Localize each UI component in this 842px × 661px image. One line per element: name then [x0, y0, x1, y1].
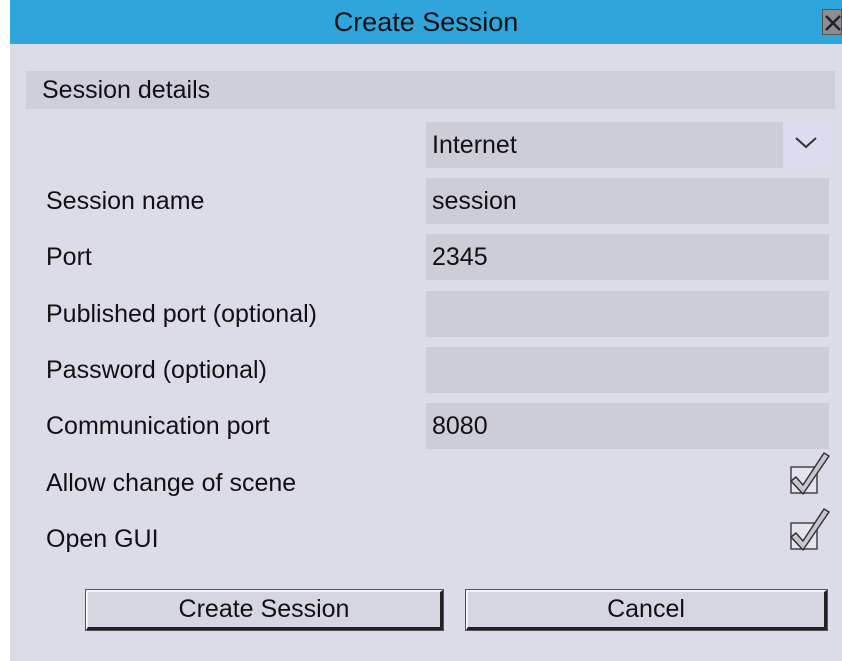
- create-session-button[interactable]: Create Session: [85, 589, 444, 631]
- close-icon: [825, 15, 841, 31]
- port-label: Port: [46, 243, 92, 271]
- dropdown-toggle[interactable]: [783, 122, 829, 168]
- published-port-input[interactable]: [426, 291, 829, 337]
- allow-scene-change-checkbox[interactable]: [786, 450, 832, 498]
- session-name-label: Session name: [46, 187, 205, 215]
- password-label: Password (optional): [46, 356, 267, 384]
- allow-scene-change-label: Allow change of scene: [46, 469, 297, 497]
- close-button[interactable]: [822, 9, 842, 35]
- session-name-value: session: [432, 187, 517, 215]
- title-bar[interactable]: Create Session: [10, 0, 842, 44]
- cancel-button[interactable]: Cancel: [465, 589, 828, 631]
- create-session-dialog: Create Session Session details Internet …: [10, 0, 842, 661]
- password-input[interactable]: [426, 347, 829, 393]
- section-title: Session details: [42, 76, 211, 104]
- communication-port-value: 8080: [432, 412, 488, 440]
- section-header: Session details: [26, 71, 835, 109]
- chevron-down-icon: [795, 137, 817, 149]
- port-input[interactable]: 2345: [426, 234, 829, 280]
- network-type-value: Internet: [432, 131, 517, 159]
- dialog-title: Create Session: [333, 7, 519, 37]
- published-port-label: Published port (optional): [46, 300, 317, 328]
- checkmark-icon: [790, 452, 830, 495]
- communication-port-label: Communication port: [46, 412, 270, 440]
- open-gui-checkbox[interactable]: [786, 506, 832, 554]
- session-name-input[interactable]: session: [426, 178, 829, 224]
- port-value: 2345: [432, 243, 488, 271]
- open-gui-label: Open GUI: [46, 525, 159, 553]
- network-type-dropdown[interactable]: Internet: [426, 122, 829, 168]
- communication-port-input[interactable]: 8080: [426, 403, 829, 449]
- checkmark-icon: [790, 508, 830, 551]
